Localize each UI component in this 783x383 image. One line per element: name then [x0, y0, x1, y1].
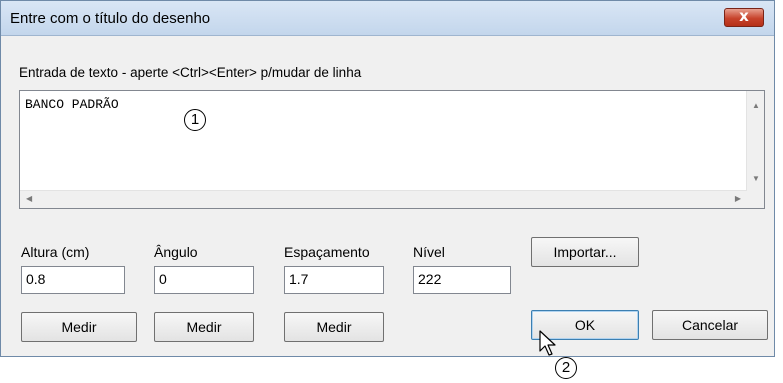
close-button[interactable]: x: [724, 7, 764, 27]
altura-medir-button[interactable]: Medir: [21, 312, 137, 342]
angulo-input[interactable]: 0: [154, 266, 254, 294]
scroll-up-icon[interactable]: ▲: [752, 101, 760, 110]
scroll-right-icon[interactable]: ▶: [735, 194, 741, 203]
scroll-left-icon[interactable]: ◀: [26, 194, 32, 203]
horizontal-scrollbar[interactable]: ◀ ▶: [20, 190, 747, 208]
altura-label: Altura (cm): [21, 244, 90, 260]
title-text-value: BANCO PADRÃO: [25, 97, 119, 112]
close-icon: x: [739, 7, 749, 25]
callout-1: 1: [184, 109, 206, 131]
scroll-corner: [747, 191, 764, 208]
angulo-medir-button[interactable]: Medir: [154, 312, 254, 342]
cancelar-button[interactable]: Cancelar: [652, 310, 768, 340]
espacamento-input[interactable]: 1.7: [284, 266, 384, 294]
espacamento-label: Espaçamento: [284, 244, 370, 260]
callout-2: 2: [555, 357, 577, 379]
dialog-title: Entre com o título do desenho: [10, 10, 211, 27]
title-bar: Entre com o título do desenho x: [1, 1, 774, 36]
vertical-scrollbar[interactable]: ▲ ▼: [746, 91, 764, 191]
text-entry-label: Entrada de texto - aperte <Ctrl><Enter> …: [19, 65, 362, 80]
nivel-label: Nível: [413, 244, 445, 260]
nivel-input[interactable]: 222: [413, 266, 511, 294]
dialog-window: Entre com o título do desenho x Entrada …: [0, 0, 775, 357]
scroll-down-icon[interactable]: ▼: [752, 174, 760, 183]
title-text-area[interactable]: BANCO PADRÃO ▲ ▼ ◀ ▶: [19, 90, 765, 209]
espacamento-medir-button[interactable]: Medir: [284, 312, 384, 342]
angulo-label: Ângulo: [154, 244, 198, 260]
altura-input[interactable]: 0.8: [21, 266, 125, 294]
importar-button[interactable]: Importar...: [531, 237, 639, 267]
mouse-pointer-icon: [539, 330, 556, 356]
